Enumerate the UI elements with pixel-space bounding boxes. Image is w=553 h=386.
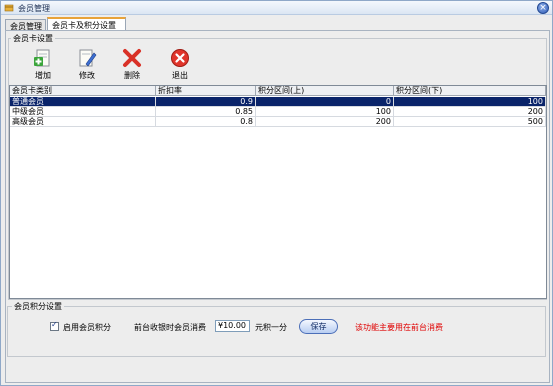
member-management-window: 会员管理 × 会员管理 会员卡及积分设置 会员卡设置 增加 修改 删除 退出 会… (0, 0, 553, 386)
column-header-lower[interactable]: 积分区间(下) (394, 86, 546, 96)
delete-icon (123, 49, 141, 67)
exit-icon (171, 49, 189, 67)
cell-category: 中级会员 (10, 107, 156, 117)
save-button[interactable]: 保存 (299, 319, 338, 334)
cell-category: 普通会员 (10, 97, 156, 107)
enable-points-label: 启用会员积分 (63, 323, 111, 332)
edit-label: 修改 (79, 71, 95, 80)
cell-category: 高级会员 (10, 117, 156, 127)
points-settings-group: 会员积分设置 启用会员积分 前台收银时会员消费 ¥10.00 元积一分 保存 该… (5, 301, 550, 359)
enable-points-checkbox[interactable] (50, 320, 59, 331)
cell-lower: 500 (394, 117, 546, 127)
member-card-table: 会员卡类别 折扣率 积分区间(上) 积分区间(下) 普通会员 0.9 0 100… (9, 85, 547, 299)
card-settings-title: 会员卡设置 (11, 33, 55, 44)
window-title: 会员管理 (18, 4, 50, 13)
add-icon (34, 49, 50, 67)
exit-label: 退出 (172, 71, 188, 80)
app-icon (4, 4, 14, 12)
table-header: 会员卡类别 折扣率 积分区间(上) 积分区间(下) (10, 86, 546, 96)
cell-upper: 200 (256, 117, 394, 127)
column-header-upper[interactable]: 积分区间(上) (256, 86, 394, 96)
add-button[interactable]: 增加 (28, 48, 58, 88)
title-bar: 会员管理 × (1, 1, 552, 15)
delete-label: 删除 (124, 71, 140, 80)
cell-discount: 0.9 (156, 97, 256, 107)
delete-button[interactable]: 删除 (117, 48, 147, 88)
amount-input[interactable]: ¥10.00 (215, 320, 250, 332)
column-header-category[interactable]: 会员卡类别 (10, 86, 156, 96)
cell-upper: 100 (256, 107, 394, 117)
table-row[interactable]: 高级会员 0.8 200 500 (10, 117, 546, 127)
exit-button[interactable]: 退出 (165, 48, 195, 88)
tab-member-management[interactable]: 会员管理 (5, 19, 46, 31)
tab-card-points-settings[interactable]: 会员卡及积分设置 (47, 17, 126, 30)
column-header-discount[interactable]: 折扣率 (156, 86, 256, 96)
close-icon[interactable]: × (537, 2, 549, 14)
per-point-label: 元积一分 (255, 323, 287, 332)
table-row[interactable]: 普通会员 0.9 0 100 (10, 97, 546, 107)
cell-upper: 0 (256, 97, 394, 107)
cell-lower: 100 (394, 97, 546, 107)
edit-button[interactable]: 修改 (72, 48, 102, 88)
points-settings-title: 会员积分设置 (12, 301, 64, 312)
table-row[interactable]: 中级会员 0.85 100 200 (10, 107, 546, 117)
cell-discount: 0.8 (156, 117, 256, 127)
consume-label: 前台收银时会员消费 (134, 323, 206, 332)
add-label: 增加 (35, 71, 51, 80)
edit-icon (79, 49, 97, 67)
cell-discount: 0.85 (156, 107, 256, 117)
feature-note: 该功能主要用在前台消费 (355, 323, 443, 332)
cell-lower: 200 (394, 107, 546, 117)
